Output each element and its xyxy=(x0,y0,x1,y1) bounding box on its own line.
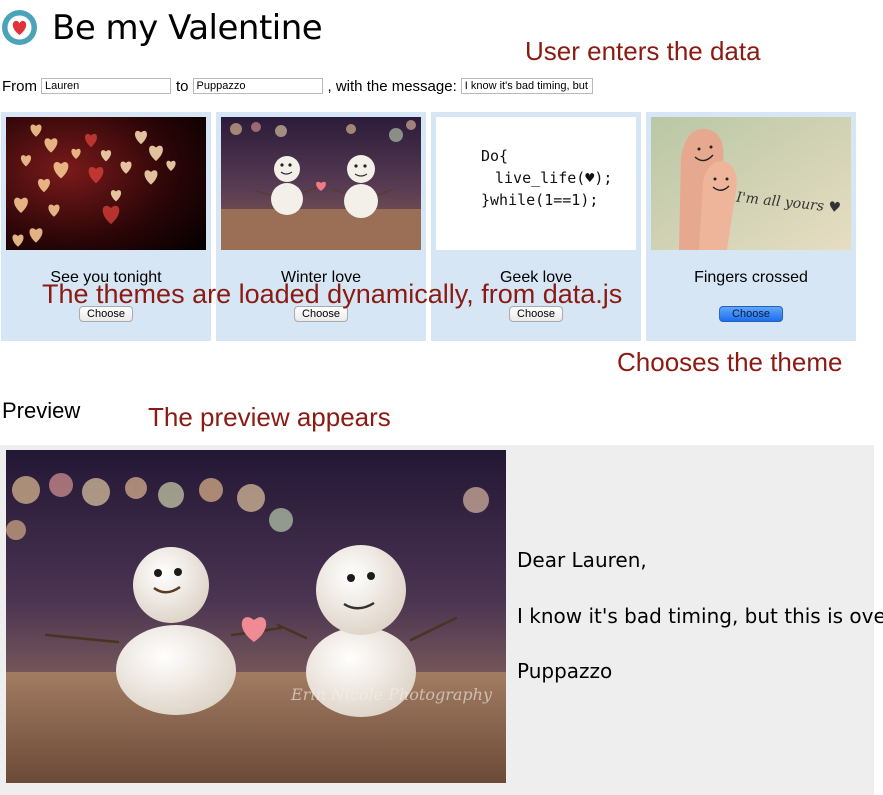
message-input[interactable] xyxy=(460,78,593,94)
preview-panel: Erin Nicole Photography Dear Lauren, I k… xyxy=(0,445,883,795)
theme-image-bokeh-hearts xyxy=(6,117,206,250)
preview-heading: Preview xyxy=(2,398,81,423)
code-line: Do{ xyxy=(481,147,509,165)
to-input[interactable] xyxy=(192,78,323,94)
code-line: }while(1==1); xyxy=(481,191,599,209)
theme-image-code-heart: Do{ live_life(♥); }while(1==1); xyxy=(436,117,636,250)
preview-image-snowmen: Erin Nicole Photography xyxy=(6,450,506,783)
message-form: From to , with the message: xyxy=(2,76,593,96)
app-logo xyxy=(2,10,37,45)
code-line: live_life(♥); xyxy=(495,169,613,187)
app-title: Be my Valentine xyxy=(52,8,323,48)
annotation-preview-appears: The preview appears xyxy=(148,402,391,432)
letter-message: I know it's bad timing, but this is over… xyxy=(517,604,883,628)
theme-image-fingers: I'm all yours ♥ xyxy=(651,117,851,250)
letter-signature: Puppazzo xyxy=(517,659,613,683)
theme-card-fingers-crossed: I'm all yours ♥ Fingers crossed Choose xyxy=(646,112,856,341)
heart-icon xyxy=(7,15,32,40)
letter-greeting: Dear Lauren, xyxy=(517,548,647,572)
theme-name: Fingers crossed xyxy=(694,269,808,286)
to-label: to xyxy=(176,77,189,95)
theme-image-snowmen xyxy=(221,117,421,250)
annotation-chooses-theme: Chooses the theme xyxy=(617,347,843,377)
image-watermark: Erin Nicole Photography xyxy=(290,685,493,704)
annotation-themes-loaded: The themes are loaded dynamically, from … xyxy=(42,279,623,309)
annotation-user-enters: User enters the data xyxy=(525,36,761,66)
from-label: From xyxy=(2,77,37,95)
from-input[interactable] xyxy=(41,78,171,94)
message-label: , with the message: xyxy=(327,77,457,95)
choose-button-fingers-crossed[interactable]: Choose xyxy=(719,306,783,322)
